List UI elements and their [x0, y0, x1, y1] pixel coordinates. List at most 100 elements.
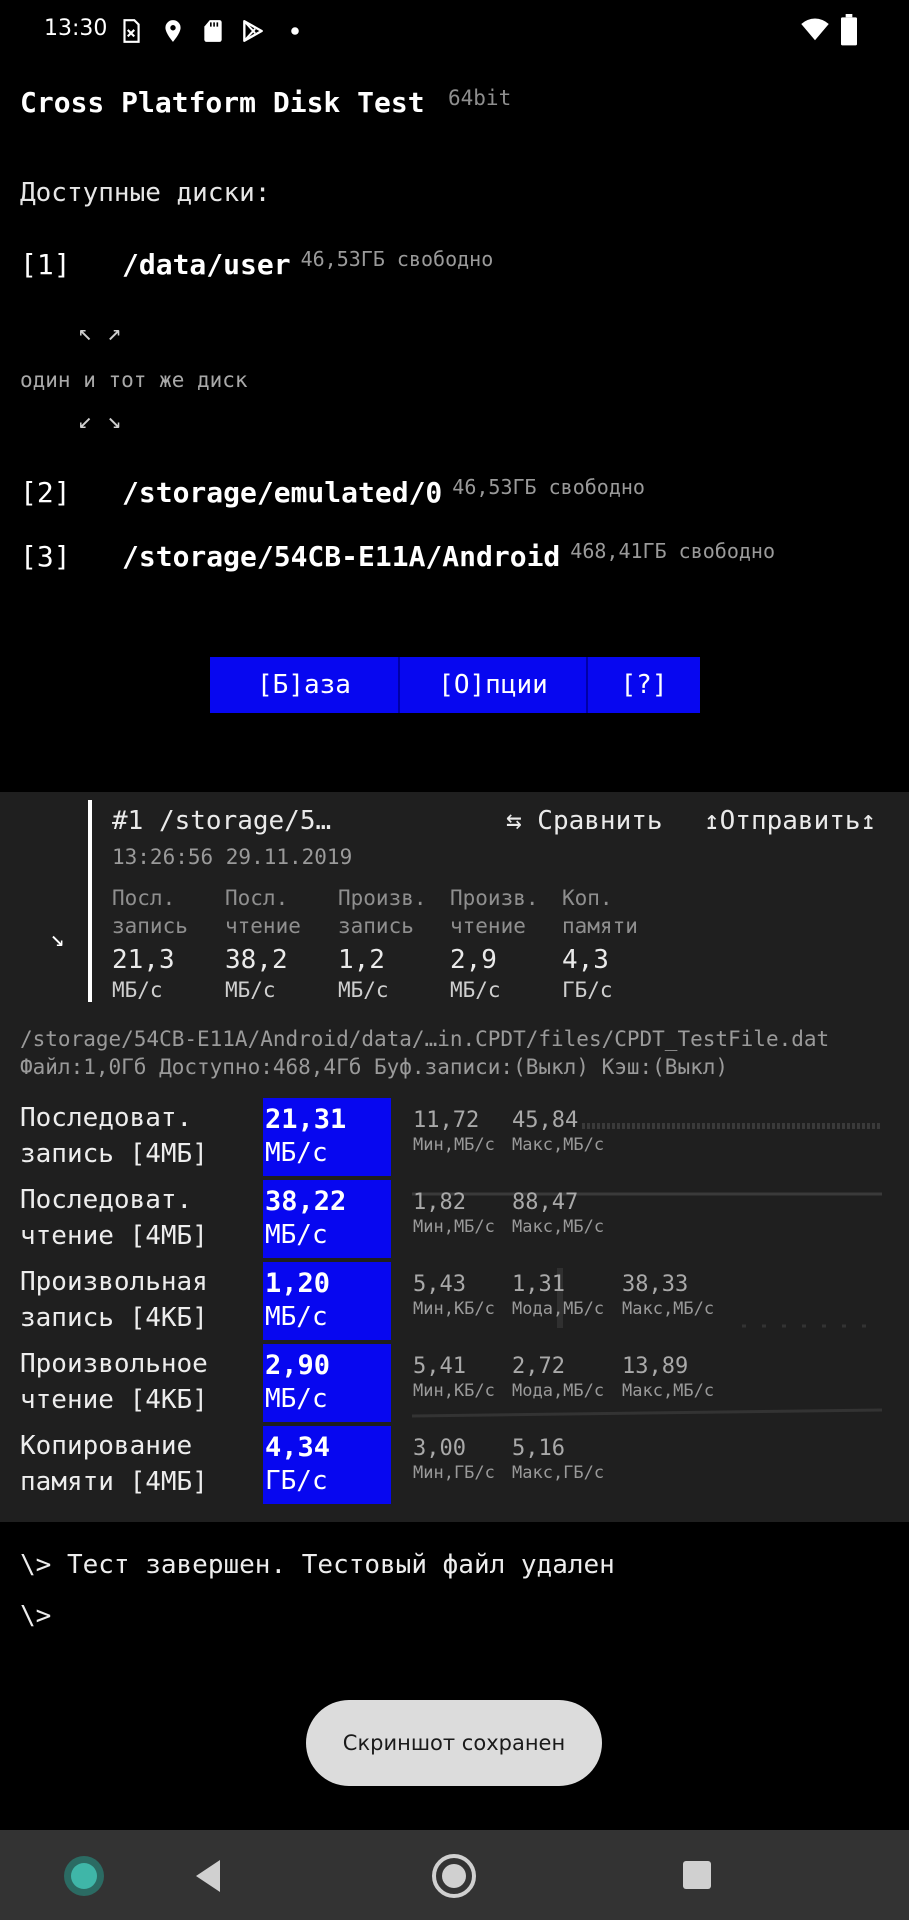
test-value: 4,34	[265, 1432, 331, 1463]
drive-item-2[interactable]: [2] /storage/emulated/0 46,53ГБ свободно	[20, 475, 645, 509]
test-name-line: Последоват.	[20, 1103, 193, 1133]
stat-label: Мода,МБ/с	[512, 1381, 605, 1401]
summary-col-rand-write: Произв. запись 1,2 МБ/с	[338, 884, 450, 1004]
navigation-bar	[0, 1830, 909, 1920]
summary-label: Произв.	[338, 886, 427, 910]
stat-value: 38,33	[622, 1272, 689, 1297]
test-value-box: 21,31 МБ/с	[263, 1098, 391, 1176]
test-unit: МБ/с	[265, 1138, 328, 1168]
summary-label: Посл.	[112, 886, 176, 910]
test-name: Произвольное чтение [4КБ]	[20, 1346, 260, 1418]
stat-min: 1,82 Мин,МБ/с	[413, 1190, 495, 1238]
test-name-line: памяти [4МБ]	[20, 1467, 208, 1497]
result-title: #1 /storage/5…	[112, 806, 332, 836]
drive-path: /storage/emulated/0	[122, 476, 443, 509]
test-row-mem-copy: Копирование памяти [4МБ] 4,34 ГБ/с 3,00 …	[0, 1426, 909, 1504]
summary-divider	[88, 800, 92, 1002]
stat-value: 1,31	[512, 1272, 565, 1297]
summary-value: 21,3	[112, 945, 175, 975]
send-button[interactable]: ↥Отправить↥	[704, 806, 876, 836]
compare-button[interactable]: ⇆ Сравнить	[506, 806, 663, 836]
summary-col-mem-copy: Коп. памяти 4,3 ГБ/с	[562, 884, 674, 1004]
drive-item-3[interactable]: [3] /storage/54CB-E11A/Android 468,41ГБ св…	[20, 539, 775, 573]
summary-label: запись	[112, 914, 188, 938]
test-name-line: Произвольное	[20, 1349, 208, 1379]
test-unit: МБ/с	[265, 1220, 328, 1250]
summary-col-rand-read: Произв. чтение 2,9 МБ/с	[450, 884, 562, 1004]
summary-unit: МБ/с	[338, 978, 389, 1002]
drive-item-1[interactable]: [1] /data/user 46,53ГБ свободно	[20, 247, 494, 281]
test-value: 21,31	[265, 1104, 347, 1135]
stat-label: Мин,КБ/с	[413, 1381, 495, 1401]
test-value: 1,20	[265, 1268, 331, 1299]
test-row-rand-read: Произвольное чтение [4КБ] 2,90 МБ/с 5,41…	[0, 1344, 909, 1422]
summary-label: Посл.	[225, 886, 289, 910]
same-disk-arrows-bottom: ↙ ↘	[78, 406, 122, 434]
same-disk-note: один и тот же диск	[20, 368, 248, 392]
stat-min: 5,43 Мин,КБ/с	[413, 1272, 495, 1320]
options-button[interactable]: [О]пции	[400, 657, 588, 713]
stat-value: 3,00	[413, 1436, 466, 1461]
stat-label: Макс,МБ/с	[512, 1217, 605, 1237]
test-file-path: /storage/54CB-E11A/Android/data/…in.CPDT…	[20, 1027, 830, 1051]
test-value-box: 1,20 МБ/с	[263, 1262, 391, 1340]
summary-unit: ГБ/с	[562, 978, 613, 1002]
wifi-icon	[801, 18, 829, 41]
drive-free-space: 46,53ГБ свободно	[300, 247, 494, 271]
stat-label: Мин,МБ/с	[413, 1135, 495, 1155]
recents-icon[interactable]	[682, 1860, 712, 1890]
stat-label: Мин,КБ/с	[413, 1299, 495, 1319]
test-row-rand-write: Произвольная запись [4КБ] 1,20 МБ/с 5,43…	[0, 1262, 909, 1340]
base-button[interactable]: [Б]аза	[210, 657, 400, 713]
stat-value: 2,72	[512, 1354, 565, 1379]
test-name: Последоват. чтение [4МБ]	[20, 1182, 260, 1254]
app-icon[interactable]	[62, 1854, 106, 1898]
test-name: Произвольная запись [4КБ]	[20, 1264, 260, 1336]
stat-max: 45,84 Макс,МБ/с	[512, 1108, 604, 1156]
stat-value: 5,41	[413, 1354, 466, 1379]
test-name-line: чтение [4МБ]	[20, 1221, 208, 1251]
stat-value: 11,72	[413, 1108, 480, 1133]
stat-value: 5,43	[413, 1272, 466, 1297]
test-row-seq-write: Последоват. запись [4МБ] 21,31 МБ/с 11,7…	[0, 1098, 909, 1176]
same-disk-arrows-top: ↖ ↗	[78, 318, 122, 346]
summary-value: 2,9	[450, 945, 497, 975]
drive-number: [1]	[20, 248, 71, 281]
stat-value: 13,89	[622, 1354, 689, 1379]
stat-max: 13,89 Макс,МБ/с	[622, 1354, 714, 1402]
status-bar: 13:30	[0, 0, 909, 62]
test-name-line: Последоват.	[20, 1185, 193, 1215]
help-button[interactable]: [?]	[588, 657, 700, 713]
toast-message: Скриншот сохранен	[306, 1700, 602, 1786]
stat-min: 3,00 Мин,ГБ/с	[413, 1436, 495, 1484]
stat-min: 5,41 Мин,КБ/с	[413, 1354, 495, 1402]
stat-label: Макс,ГБ/с	[512, 1463, 605, 1483]
drive-number: [2]	[20, 476, 71, 509]
summary-col-seq-read: Посл. чтение 38,2 МБ/с	[225, 884, 337, 1004]
test-name-line: Копирование	[20, 1431, 193, 1461]
drives-heading: Доступные диски:	[20, 178, 271, 208]
stat-label: Макс,МБ/с	[512, 1135, 605, 1155]
dot-icon	[291, 27, 299, 35]
drive-path: /storage/54CB-E11A/Android	[122, 540, 561, 573]
console-prompt[interactable]: \>	[20, 1601, 51, 1631]
stat-label: Мин,ГБ/с	[413, 1463, 495, 1483]
console-output: \> Тест завершен. Тестовый файл удален	[20, 1550, 615, 1580]
stat-max: 88,47 Макс,МБ/с	[512, 1190, 604, 1238]
summary-label: чтение	[225, 914, 301, 938]
test-value: 2,90	[265, 1350, 331, 1381]
result-date: 13:26:56 29.11.2019	[112, 845, 353, 869]
summary-label: Произв.	[450, 886, 539, 910]
expand-arrow-icon[interactable]: ↘	[50, 924, 64, 952]
sd-card-icon	[204, 20, 222, 42]
test-value-box: 4,34 ГБ/с	[263, 1426, 391, 1504]
home-icon[interactable]	[430, 1852, 478, 1900]
battery-icon	[841, 14, 857, 46]
test-name-line: Произвольная	[20, 1267, 208, 1297]
sim-card-off-icon	[123, 19, 140, 43]
back-icon[interactable]	[192, 1858, 224, 1894]
test-value-box: 2,90 МБ/с	[263, 1344, 391, 1422]
location-icon	[165, 20, 181, 42]
stat-label: Макс,МБ/с	[622, 1381, 715, 1401]
test-name-line: запись [4КБ]	[20, 1303, 208, 1333]
